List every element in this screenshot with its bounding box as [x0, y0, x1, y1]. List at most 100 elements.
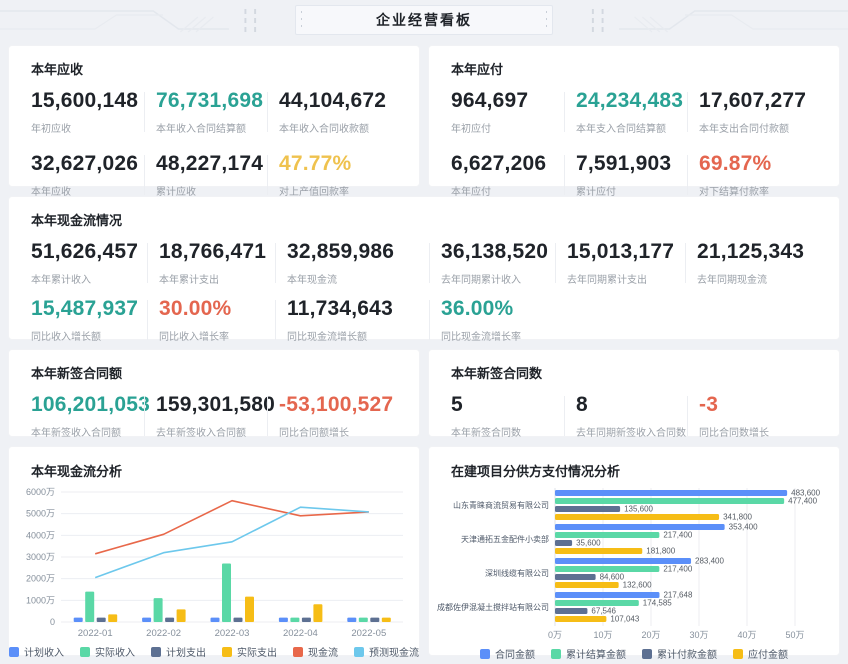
- stat-item: 69.87%对下结算付款率: [699, 152, 839, 198]
- stat-value: 964,697: [451, 89, 576, 113]
- card-payables: 本年应付 964,697年初应付24,234,483本年支入合同结算额17,60…: [428, 45, 840, 187]
- stat-label: 本年收入合同收款额: [279, 120, 419, 135]
- stat-value: -3: [699, 393, 839, 417]
- contract-count-stats: 5本年新签合同数8去年同期新签收入合同数-3同比合同数增长: [429, 393, 839, 439]
- stat-label: 同比现金流增长额: [287, 328, 441, 343]
- category-label: 山东青睐商流贸易有限公司: [453, 500, 549, 510]
- dashboard-body: 本年应收 15,600,148 年初应收76,731,698本年收入合同结算额44…: [0, 40, 848, 664]
- stat-label: 去年同期累计支出: [567, 271, 697, 286]
- bar: [555, 582, 619, 588]
- stat-label: 去年同期累计收入: [441, 271, 567, 286]
- stat-item: 47.77%对上产值回款率: [279, 152, 419, 198]
- legend-swatch: [293, 647, 303, 657]
- svg-text:50万: 50万: [785, 630, 804, 640]
- stat-value: 159,301,580: [156, 393, 279, 417]
- stat-value: 76,731,698: [156, 89, 279, 113]
- card-cashflow-chart: 本年现金流分析 01000万2000万3000万4000万5000万6000万2…: [8, 446, 420, 656]
- bar: [555, 524, 725, 530]
- combo-chart-svg: 01000万2000万3000万4000万5000万6000万2022-0120…: [21, 486, 409, 642]
- bar: [555, 490, 787, 496]
- stat-label: 同比收入增长率: [159, 328, 287, 343]
- stat-label: 同比现金流增长率: [441, 328, 567, 343]
- page-title: 企业经营看板: [376, 10, 472, 30]
- legend-item[interactable]: 计划收入: [9, 644, 64, 659]
- legend-item[interactable]: 应付金额: [733, 646, 788, 661]
- bar: [108, 614, 117, 622]
- bar-value-label: 132,600: [623, 581, 652, 590]
- bar: [302, 618, 311, 622]
- card-title-receivables: 本年应收: [9, 46, 419, 78]
- bar: [555, 600, 639, 606]
- bar: [211, 618, 220, 622]
- legend-label: 应付金额: [748, 646, 788, 661]
- dashboard-page: 企业经营看板 本年应收 15,600,148 年初应收76,731,698本年收入…: [0, 0, 848, 664]
- stat-value: 69.87%: [699, 152, 839, 176]
- bar: [555, 506, 620, 512]
- card-title-contract-count: 本年新签合同数: [429, 350, 839, 382]
- legend-item[interactable]: 实际收入: [80, 644, 135, 659]
- stat-label: 去年新签收入合同额: [156, 424, 279, 439]
- stat-label: 年初应收: [31, 120, 156, 135]
- bar: [154, 598, 163, 622]
- svg-text:30万: 30万: [689, 630, 708, 640]
- stat-value: 48,227,174: [156, 152, 279, 176]
- stat-item: 44,104,672本年收入合同收款额: [279, 89, 419, 135]
- svg-text:4000万: 4000万: [26, 530, 55, 540]
- stat-label: 本年累计收入: [31, 271, 159, 286]
- bar: [142, 618, 151, 622]
- legend-item[interactable]: 合同金额: [480, 646, 535, 661]
- legend-item[interactable]: 计划支出: [151, 644, 206, 659]
- stat-label: 本年新签合同数: [451, 424, 576, 439]
- legend-item[interactable]: 累计付款金额: [642, 646, 717, 661]
- stat-item: 7,591,903累计应付: [576, 152, 699, 198]
- stat-item: 15,487,937同比收入增长额: [31, 297, 159, 343]
- svg-text:10万: 10万: [593, 630, 612, 640]
- card-title-contract-amount: 本年新签合同额: [9, 350, 419, 382]
- stat-value: 15,600,148: [31, 89, 156, 113]
- stat-item: 51,626,457本年累计收入: [31, 240, 159, 286]
- chart-title-supplier-payment: 在建项目分供方支付情况分析: [429, 447, 839, 480]
- x-axis-label: 2022-05: [351, 628, 386, 639]
- stat-value: 17,607,277: [699, 89, 839, 113]
- bar: [347, 618, 356, 622]
- stat-value: 11,734,643: [287, 297, 441, 321]
- stat-item: 48,227,174累计应收: [156, 152, 279, 198]
- bar: [222, 564, 231, 623]
- stat-item: 15,013,177 去年同期累计支出: [567, 240, 697, 286]
- x-axis-label: 2022-02: [146, 628, 181, 639]
- stat-item: 36,138,520去年同期累计收入: [441, 240, 567, 286]
- stat-value: 15,013,177: [567, 240, 697, 264]
- stat-label: 本年应收: [31, 183, 156, 198]
- stat-item: 76,731,698本年收入合同结算额: [156, 89, 279, 135]
- legend-item[interactable]: 现金流: [293, 644, 338, 659]
- legend-item[interactable]: 实际支出: [222, 644, 277, 659]
- hbar-chart-svg: 0万10万20万30万40万50万山东青睐商流贸易有限公司天津通拓五金配件小卖部…: [441, 486, 829, 644]
- bar: [555, 616, 606, 622]
- legend-label: 实际支出: [237, 644, 277, 659]
- bar: [555, 574, 596, 580]
- stat-label: 本年支出合同付款额: [699, 120, 839, 135]
- stat-item: 11,734,643 同比现金流增长额: [287, 297, 441, 343]
- bar: [555, 566, 659, 572]
- svg-text:6000万: 6000万: [26, 487, 55, 497]
- card-contract-count: 本年新签合同数 5本年新签合同数8去年同期新签收入合同数-3同比合同数增长: [428, 349, 840, 437]
- cashflow-stats-row1: 51,626,457本年累计收入18,766,471本年累计支出32,859,9…: [9, 240, 839, 286]
- card-receivables: 本年应收 15,600,148 年初应收76,731,698本年收入合同结算额44…: [8, 45, 420, 187]
- legend-item[interactable]: 预测现金流: [354, 644, 419, 659]
- stat-label: 年初应付: [451, 120, 576, 135]
- legend-item[interactable]: 累计结算金额: [551, 646, 626, 661]
- bar-value-label: 477,400: [788, 497, 817, 506]
- legend-label: 累计付款金额: [657, 646, 717, 661]
- bar-value-label: 135,600: [624, 505, 653, 514]
- bar: [234, 618, 243, 622]
- bar: [177, 609, 186, 622]
- x-axis-label: 2022-03: [215, 628, 250, 639]
- legend-swatch: [9, 647, 19, 657]
- bar: [555, 548, 642, 554]
- stat-item: -53,100,527同比合同额增长: [279, 393, 419, 439]
- bar-value-label: 181,800: [646, 547, 675, 556]
- bar: [245, 597, 254, 622]
- stat-value: 6,627,206: [451, 152, 576, 176]
- card-title-cashflow: 本年现金流情况: [9, 197, 839, 229]
- bar: [555, 608, 587, 614]
